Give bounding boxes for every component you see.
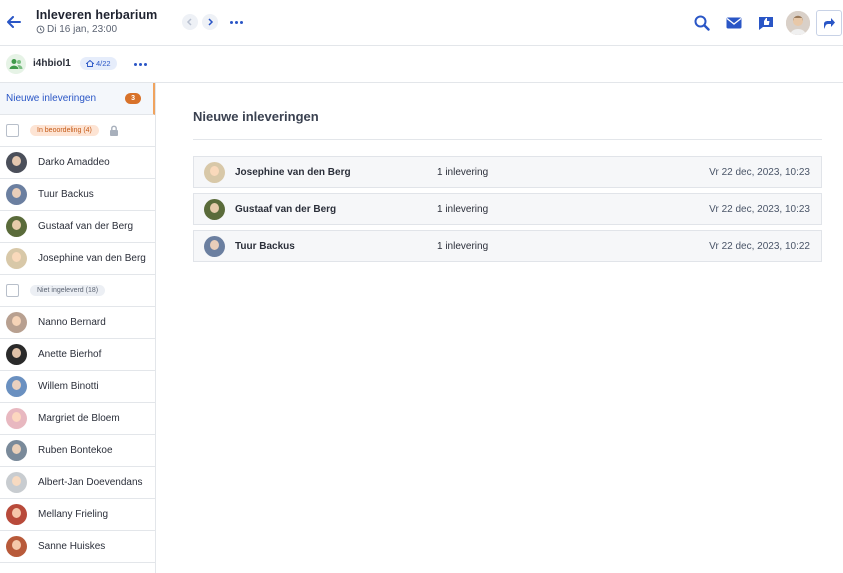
submission-student-name: Gustaaf van der Berg (235, 203, 337, 215)
avatar (6, 440, 27, 461)
group-name[interactable]: i4hbiol1 (33, 58, 71, 69)
top-bar: Inleveren herbarium Di 16 jan, 23:00 (0, 0, 843, 46)
avatar (6, 152, 27, 173)
submission-count: 1 inlevering (437, 240, 489, 252)
new-count-badge: 3 (125, 93, 141, 104)
group-progress-text: 4/22 (96, 59, 111, 68)
share-arrow-icon (824, 18, 835, 29)
sidebar-new-label: Nieuwe inleveringen (6, 93, 97, 104)
student-name: Willem Binotti (38, 381, 99, 392)
avatar (204, 161, 225, 183)
student-row[interactable]: Anette Bierhof (0, 339, 155, 371)
main-content: Nieuwe inleveringen Josephine van den Be… (157, 83, 843, 573)
student-row[interactable]: Willem Binotti (0, 371, 155, 403)
submission-count: 1 inlevering (437, 166, 489, 178)
top-icons (686, 0, 843, 46)
history-icon (36, 25, 45, 34)
student-row[interactable]: Tuur Backus (0, 179, 155, 211)
student-name: Ruben Bontekoe (38, 445, 113, 456)
avatar (6, 344, 27, 365)
student-row[interactable]: Sanne Huiskes (0, 531, 155, 563)
student-name: Mellany Frieling (38, 509, 109, 520)
student-name: Albert-Jan Doevendans (38, 477, 143, 488)
more-icon[interactable] (230, 20, 243, 24)
student-row[interactable]: Gustaaf van der Berg (0, 211, 155, 243)
search-icon[interactable] (686, 7, 718, 39)
due-date-text: Di 16 jan, 23:00 (47, 24, 118, 35)
sidebar-item-new-submissions[interactable]: Nieuwe inleveringen 3 (0, 83, 155, 115)
review-student-list: Darko Amaddeo Tuur Backus Gustaaf van der … (0, 147, 155, 275)
not-submitted-student-list: Nanno Bernard Anette Bierhof Willem Binott… (0, 307, 155, 563)
submission-date: Vr 22 dec, 2023, 10:23 (709, 166, 810, 178)
group-more-icon[interactable] (134, 63, 147, 66)
student-row[interactable]: Margriet de Bloem (0, 403, 155, 435)
student-name: Anette Bierhof (38, 349, 102, 360)
student-row[interactable]: Josephine van den Berg (0, 243, 155, 275)
back-arrow-icon[interactable] (4, 12, 24, 32)
avatar (6, 248, 27, 269)
select-all-review-checkbox[interactable] (6, 124, 19, 137)
submission-date: Vr 22 dec, 2023, 10:23 (709, 203, 810, 215)
submission-list: Josephine van den Berg 1 inlevering Vr 22 … (193, 156, 822, 267)
house-icon (86, 60, 94, 67)
student-name: Darko Amaddeo (38, 157, 110, 168)
avatar (6, 184, 27, 205)
student-name: Nanno Bernard (38, 317, 106, 328)
due-date: Di 16 jan, 23:00 (36, 24, 157, 35)
section-title: Nieuwe inleveringen (193, 109, 319, 124)
avatar (6, 536, 27, 557)
page-title: Inleveren herbarium (36, 8, 158, 22)
avatar (6, 472, 27, 493)
select-all-not-submitted-checkbox[interactable] (6, 284, 19, 297)
group-bar: i4hbiol1 4/22 (0, 46, 843, 83)
student-name: Josephine van den Berg (38, 253, 146, 264)
student-name: Gustaaf van der Berg (38, 221, 134, 232)
user-avatar[interactable] (786, 11, 810, 35)
lock-icon[interactable] (109, 125, 119, 136)
divider (193, 139, 822, 140)
section-in-review: In beoordeling (4) (0, 115, 155, 147)
nav-arrows (182, 14, 243, 30)
submission-row[interactable]: Josephine van den Berg 1 inlevering Vr 22 … (193, 156, 822, 188)
avatar (6, 312, 27, 333)
avatar (6, 408, 27, 429)
submission-student-name: Tuur Backus (235, 240, 295, 252)
student-sidebar: Nieuwe inleveringen 3 In beoordeling (4)… (0, 83, 156, 573)
submission-row[interactable]: Gustaaf van der Berg 1 inlevering Vr 22 de… (193, 193, 822, 225)
mail-icon[interactable] (718, 7, 750, 39)
student-name: Tuur Backus (38, 189, 94, 200)
feedback-icon[interactable] (750, 7, 782, 39)
student-row[interactable]: Albert-Jan Doevendans (0, 467, 155, 499)
submission-row[interactable]: Tuur Backus 1 inlevering Vr 22 dec, 2023, … (193, 230, 822, 262)
next-icon[interactable] (202, 14, 218, 30)
student-name: Margriet de Bloem (38, 413, 120, 424)
student-name: Sanne Huiskes (38, 541, 106, 552)
group-icon (6, 54, 26, 74)
submission-count: 1 inlevering (437, 203, 489, 215)
student-row[interactable]: Mellany Frieling (0, 499, 155, 531)
submission-student-name: Josephine van den Berg (235, 166, 351, 178)
avatar (6, 216, 27, 237)
in-review-pill: In beoordeling (4) (30, 125, 99, 136)
previous-icon[interactable] (182, 14, 198, 30)
exit-button[interactable] (816, 10, 842, 36)
avatar (6, 376, 27, 397)
submission-date: Vr 22 dec, 2023, 10:22 (709, 240, 810, 252)
student-row[interactable]: Ruben Bontekoe (0, 435, 155, 467)
group-progress-badge: 4/22 (80, 57, 117, 70)
student-row[interactable]: Darko Amaddeo (0, 147, 155, 179)
avatar (6, 504, 27, 525)
avatar (204, 235, 225, 257)
not-submitted-pill: Niet ingeleverd (18) (30, 285, 106, 296)
avatar (204, 198, 225, 220)
section-not-submitted: Niet ingeleverd (18) (0, 275, 155, 307)
title-block: Inleveren herbarium Di 16 jan, 23:00 (36, 8, 157, 35)
student-row[interactable]: Nanno Bernard (0, 307, 155, 339)
